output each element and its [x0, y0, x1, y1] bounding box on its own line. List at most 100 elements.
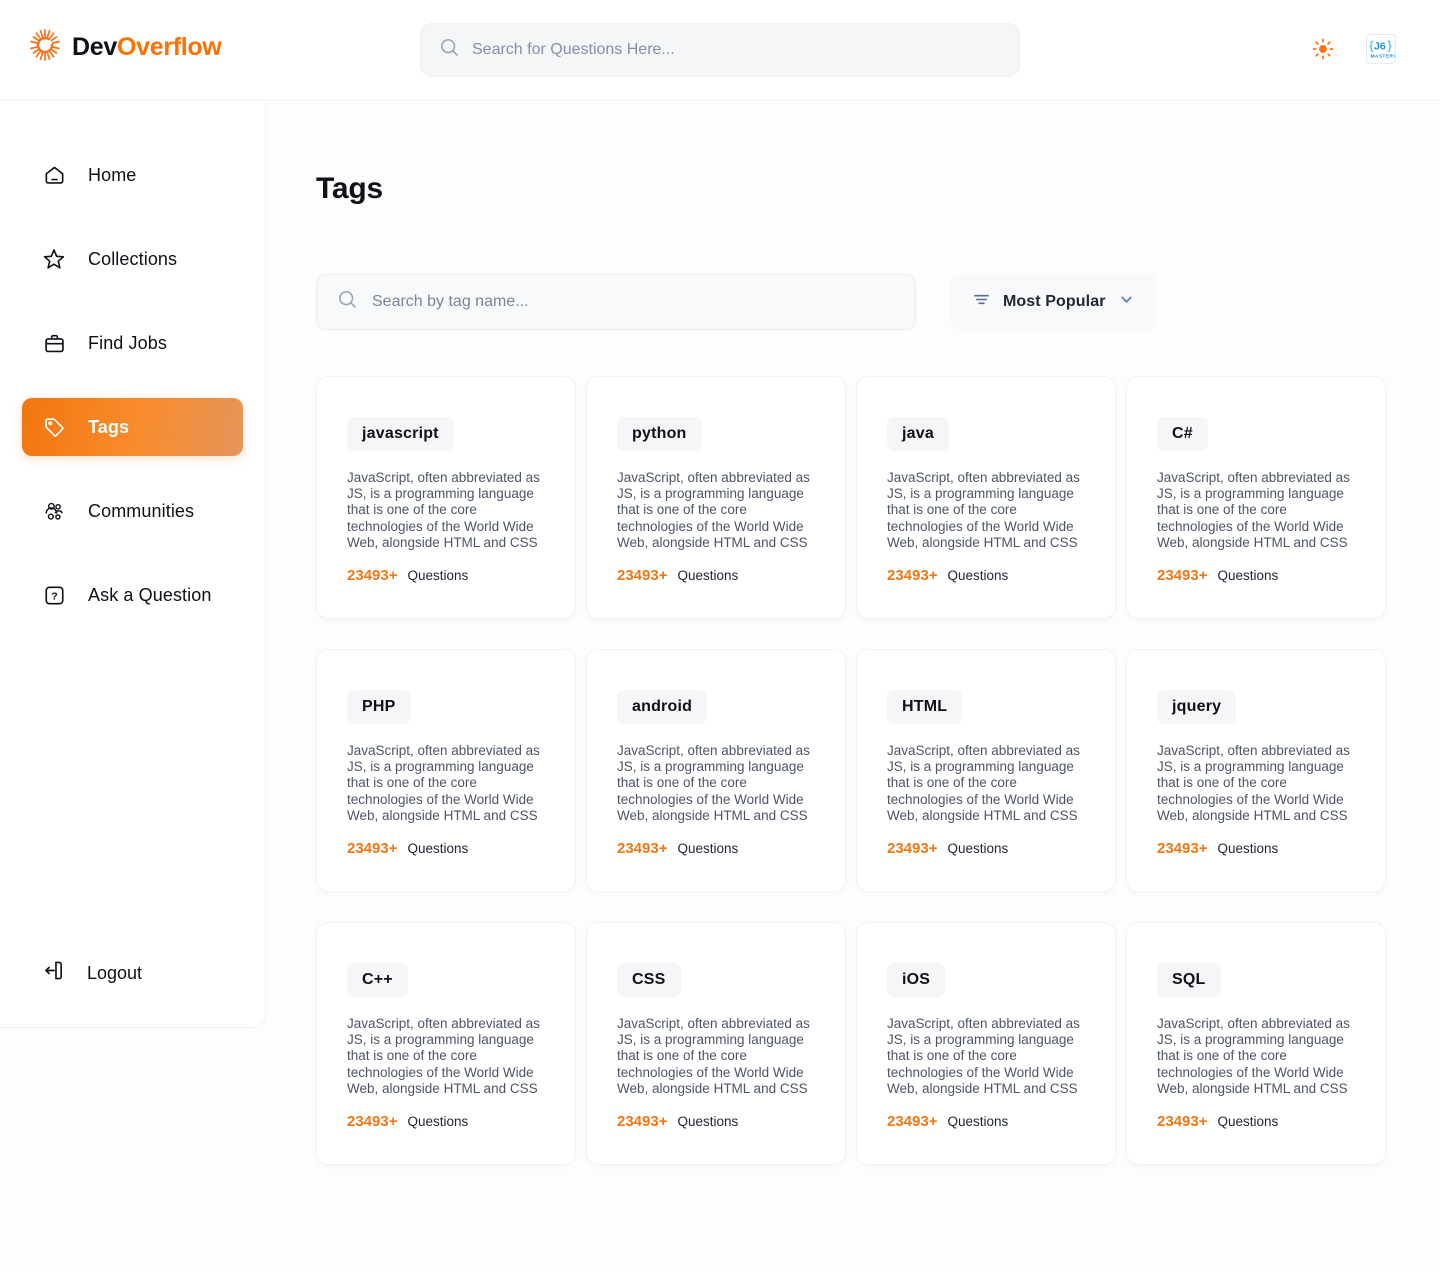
tag-count-label: Questions — [677, 841, 739, 857]
filter-lines-icon — [972, 290, 991, 314]
tag-question-count: 23493+ Questions — [887, 567, 1085, 584]
sidebar-item-find-jobs[interactable]: Find Jobs — [22, 314, 243, 372]
global-search-placeholder: Search for Questions Here... — [472, 41, 675, 58]
tag-card[interactable]: HTML JavaScript, often abbreviated as JS… — [856, 649, 1116, 892]
sidebar-item-ask-a-question[interactable]: ? Ask a Question — [22, 566, 243, 624]
tag-count-value: 23493+ — [887, 567, 938, 585]
tag-question-count: 23493+ Questions — [617, 1113, 815, 1130]
global-search-box[interactable]: Search for Questions Here... — [420, 23, 1020, 77]
tag-card[interactable]: iOS JavaScript, often abbreviated as JS,… — [856, 922, 1116, 1165]
svg-text:?: ? — [51, 590, 57, 602]
tag-count-label: Questions — [407, 1114, 469, 1130]
sidebar-nav-list: Home Collections Find Jobs Tags Communit… — [0, 146, 265, 624]
tag-count-value: 23493+ — [347, 567, 398, 585]
tag-card[interactable]: SQL JavaScript, often abbreviated as JS,… — [1126, 922, 1386, 1165]
sidebar-item-logout[interactable]: Logout — [0, 959, 265, 987]
sidebar-item-tags[interactable]: Tags — [22, 398, 243, 456]
sort-dropdown[interactable]: Most Popular — [950, 274, 1157, 330]
tag-count-label: Questions — [407, 568, 469, 584]
tag-count-label: Questions — [1217, 841, 1279, 857]
sort-dropdown-label: Most Popular — [1003, 293, 1106, 310]
tag-description: JavaScript, often abbreviated as JS, is … — [347, 470, 540, 550]
tag-question-count: 23493+ Questions — [1157, 840, 1355, 857]
tag-description: JavaScript, often abbreviated as JS, is … — [617, 1016, 810, 1096]
tag-count-label: Questions — [1217, 1114, 1279, 1130]
navbar-actions: { J6 } MASTERY — [1312, 34, 1396, 64]
tag-question-count: 23493+ Questions — [887, 840, 1085, 857]
main-content: Tags Search by tag name... Most Popular — [266, 100, 1440, 1271]
tag-search-input[interactable]: Search by tag name... — [316, 274, 916, 330]
tag-count-value: 23493+ — [617, 840, 668, 858]
tag-count-label: Questions — [407, 841, 469, 857]
tag-icon — [42, 415, 66, 439]
sidebar-item-collections[interactable]: Collections — [22, 230, 243, 288]
tag-badge[interactable]: PHP — [347, 690, 411, 724]
tag-card[interactable]: C# JavaScript, often abbreviated as JS, … — [1126, 376, 1386, 619]
tag-card[interactable]: C++ JavaScript, often abbreviated as JS,… — [316, 922, 576, 1165]
tag-description: JavaScript, often abbreviated as JS, is … — [1157, 470, 1350, 550]
svg-text:}: } — [1387, 39, 1392, 53]
sidebar-item-label: Home — [88, 164, 137, 185]
tag-count-value: 23493+ — [887, 1113, 938, 1131]
tag-card[interactable]: CSS JavaScript, often abbreviated as JS,… — [586, 922, 846, 1165]
tag-card[interactable]: java JavaScript, often abbreviated as JS… — [856, 376, 1116, 619]
sidebar-item-label: Communities — [88, 500, 195, 521]
tag-count-value: 23493+ — [347, 840, 398, 858]
sidebar-logout-label: Logout — [87, 962, 143, 983]
tag-badge[interactable]: android — [617, 690, 708, 724]
tag-question-count: 23493+ Questions — [1157, 567, 1355, 584]
tag-badge[interactable]: jquery — [1157, 690, 1237, 724]
tag-badge[interactable]: javascript — [347, 417, 454, 451]
search-icon — [337, 289, 358, 315]
sidebar-item-label: Collections — [88, 248, 178, 269]
tag-question-count: 23493+ Questions — [347, 1113, 545, 1130]
tag-card[interactable]: jquery JavaScript, often abbreviated as … — [1126, 649, 1386, 892]
left-sidebar: Home Collections Find Jobs Tags Communit… — [0, 100, 266, 1028]
sun-burst-icon — [28, 28, 62, 67]
tag-count-label: Questions — [947, 841, 1009, 857]
tag-count-value: 23493+ — [347, 1113, 398, 1131]
tag-count-value: 23493+ — [1157, 840, 1208, 858]
avatar[interactable]: { J6 } MASTERY — [1366, 34, 1396, 64]
tag-badge[interactable]: iOS — [887, 963, 946, 997]
page-title: Tags — [316, 172, 383, 205]
tag-question-count: 23493+ Questions — [887, 1113, 1085, 1130]
tag-badge[interactable]: C++ — [347, 963, 408, 997]
tag-badge[interactable]: C# — [1157, 417, 1208, 451]
tag-count-label: Questions — [1217, 568, 1279, 584]
tag-badge[interactable]: CSS — [617, 963, 681, 997]
tag-badge[interactable]: java — [887, 417, 949, 451]
logout-icon — [42, 959, 65, 987]
tag-card[interactable]: python JavaScript, often abbreviated as … — [586, 376, 846, 619]
brand-suffix: Overflow — [116, 33, 222, 61]
chevron-down-icon — [1118, 291, 1135, 313]
home-icon — [42, 163, 66, 187]
brand-logo[interactable]: DevOverflow — [28, 28, 222, 67]
tag-count-value: 23493+ — [1157, 567, 1208, 585]
tag-card[interactable]: javascript JavaScript, often abbreviated… — [316, 376, 576, 619]
tag-question-count: 23493+ Questions — [617, 567, 815, 584]
tag-description: JavaScript, often abbreviated as JS, is … — [887, 470, 1080, 550]
tag-question-count: 23493+ Questions — [347, 567, 545, 584]
tag-card[interactable]: PHP JavaScript, often abbreviated as JS,… — [316, 649, 576, 892]
tag-question-count: 23493+ Questions — [1157, 1113, 1355, 1130]
sun-icon[interactable] — [1312, 38, 1334, 60]
tag-badge[interactable]: python — [617, 417, 702, 451]
sidebar-item-home[interactable]: Home — [22, 146, 243, 204]
tag-badge[interactable]: HTML — [887, 690, 963, 724]
tag-search-placeholder: Search by tag name... — [372, 293, 529, 310]
tag-description: JavaScript, often abbreviated as JS, is … — [617, 470, 810, 550]
tag-description: JavaScript, often abbreviated as JS, is … — [1157, 1016, 1350, 1096]
tag-card[interactable]: android JavaScript, often abbreviated as… — [586, 649, 846, 892]
tag-badge[interactable]: SQL — [1157, 963, 1221, 997]
suitcase-icon — [42, 331, 66, 355]
tag-count-value: 23493+ — [887, 840, 938, 858]
sidebar-item-communities[interactable]: Communities — [22, 482, 243, 540]
tag-count-value: 23493+ — [1157, 1113, 1208, 1131]
brand-prefix: Dev — [72, 33, 117, 61]
tag-description: JavaScript, often abbreviated as JS, is … — [887, 743, 1080, 823]
users-icon — [42, 499, 66, 523]
tag-count-label: Questions — [947, 1114, 1009, 1130]
tag-description: JavaScript, often abbreviated as JS, is … — [887, 1016, 1080, 1096]
star-icon — [42, 247, 66, 271]
